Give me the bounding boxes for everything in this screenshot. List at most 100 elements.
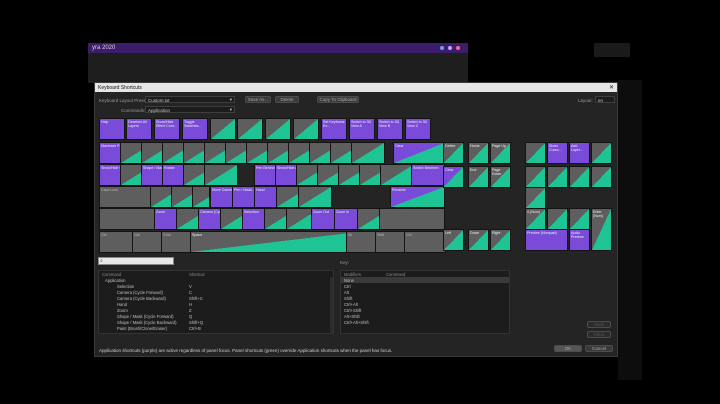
scrollbar[interactable]	[330, 277, 333, 334]
command-shortcut: Shift+Q	[189, 319, 204, 325]
delete-button[interactable]: Delete	[275, 96, 299, 103]
keyboard-key[interactable]	[298, 186, 332, 208]
commands-select[interactable]: Application ▾	[145, 106, 235, 113]
command-name: Paint (Brush/Clone/Eraser)	[117, 325, 168, 331]
keyboard-key[interactable]: Switch Between	[411, 164, 445, 186]
keyboard-key[interactable]: Switch to 3D View C	[405, 118, 431, 140]
numpad-key[interactable]: Enter (Num)	[591, 208, 612, 251]
numpad-key[interactable]: Audio Preview	[569, 229, 590, 251]
close-icon[interactable]: ✕	[609, 84, 614, 91]
modifier-name: None	[344, 277, 355, 283]
command-shortcut: Shift+C	[189, 295, 203, 301]
save-as-button[interactable]: Save As...	[245, 96, 271, 103]
numpad-key[interactable]	[525, 187, 546, 209]
numpad-key[interactable]	[569, 208, 590, 230]
background-title-bar	[88, 43, 468, 53]
keyboard-layout: Help Deselect All Layers Show/Hide Effect …	[99, 118, 446, 254]
navigation-key[interactable]: Page Up	[490, 142, 511, 164]
window-dot-icon	[440, 46, 444, 50]
numpad-key[interactable]: Show Curso...	[547, 142, 568, 164]
command-name: Shape / Mask (Cycle Forward)	[117, 313, 174, 319]
keyboard-key[interactable]: Ctrl	[404, 231, 446, 253]
modifier-name: Ctrl+Alt	[344, 301, 358, 307]
keyboard-key[interactable]	[265, 118, 291, 140]
ok-button[interactable]: OK	[554, 345, 582, 352]
keyboard-key[interactable]: Rename	[390, 186, 445, 208]
search-input[interactable]: ⌕	[98, 257, 174, 265]
navigation-key[interactable]: Clear	[443, 166, 464, 188]
keyboard-key[interactable]	[210, 118, 236, 140]
command-shortcut: V	[189, 283, 192, 289]
numpad-key[interactable]: Preview (Numpad)	[525, 229, 568, 251]
table-row[interactable]: Paint (Brush/Clone/Eraser) Ctrl+B	[99, 325, 333, 331]
copy-to-clipboard-button[interactable]: Copy To Clipboard	[317, 96, 359, 103]
numpad-key[interactable]	[525, 142, 546, 164]
navigation-key[interactable]: Home	[468, 142, 489, 164]
dialog-title-bar: Keyboard Shortcuts ✕	[95, 83, 617, 92]
undo-button[interactable]: Undo	[587, 321, 611, 328]
keyboard-key[interactable]: Switch to 3D View B	[377, 118, 403, 140]
layout-preset-select[interactable]: Custom.txt ▾	[145, 96, 235, 103]
layout-select[interactable]: en	[595, 96, 615, 103]
keyboard-key[interactable]	[380, 164, 414, 186]
column-header-command: Command	[386, 271, 406, 277]
keyboard-key[interactable]: Clear	[393, 142, 445, 164]
modifier-name: Alt	[344, 289, 349, 295]
modifier-name: Ctrl	[344, 283, 351, 289]
command-shortcut: Q	[189, 313, 193, 319]
background-app-title: yra 2020	[92, 45, 116, 51]
command-name: Camera (Cycle Backward)	[117, 295, 166, 301]
clear-button[interactable]: Clear	[587, 331, 611, 338]
numpad-key[interactable]	[591, 142, 612, 164]
command-shortcut: C	[189, 289, 193, 295]
keyboard-key[interactable]	[379, 208, 445, 230]
list-item[interactable]: Ctrl+Alt+Shift	[341, 319, 509, 325]
navigation-key[interactable]: Right	[490, 229, 511, 251]
dialog-title: Keyboard Shortcuts	[98, 84, 142, 91]
column-header-shortcut: Shortcut	[189, 271, 205, 277]
command-name: Hand	[117, 301, 128, 307]
keyboard-key[interactable]	[293, 118, 319, 140]
command-name: Shape / Mask (Cycle Backward)	[117, 319, 177, 325]
cancel-button[interactable]: Cancel	[585, 345, 613, 352]
navigation-key[interactable]: Delete	[443, 142, 464, 164]
numpad-key[interactable]	[591, 166, 612, 188]
background-panel	[594, 43, 630, 57]
navigation-key[interactable]: Left	[443, 229, 464, 251]
chevron-down-icon: ▾	[229, 97, 232, 102]
command-shortcut: H	[189, 301, 193, 307]
keyboard-key[interactable]: Space	[190, 231, 359, 253]
navigation-key[interactable]: End	[468, 166, 489, 188]
navigation-key[interactable]: Page Down	[490, 166, 511, 188]
modifier-name: Ctrl+Shift	[344, 307, 362, 313]
search-icon: ⌕	[100, 258, 103, 264]
numpad-key[interactable]	[569, 166, 590, 188]
modifier-name: Shift	[344, 295, 353, 301]
modifiers-table: Modifiers Command None Ctrl Alt Shift Ctrl+A…	[340, 270, 510, 334]
keyboard-key[interactable]: Deselect All Layers	[126, 118, 152, 140]
keyboard-key[interactable]: Switch to 3D View A	[349, 118, 375, 140]
keyboard-key[interactable]: Show/Hide Effect Cont...	[154, 118, 180, 140]
keyboard-key[interactable]	[237, 118, 263, 140]
command-shortcut: Ctrl+B	[189, 325, 201, 331]
background-panel-right	[618, 80, 642, 380]
command-shortcut: Z	[189, 307, 192, 313]
column-header-command: Command	[102, 271, 122, 277]
numpad-key[interactable]	[525, 166, 546, 188]
command-name: Camera (Cycle Forward)	[117, 289, 163, 295]
navigation-key[interactable]: Down	[468, 229, 489, 251]
keyboard-key[interactable]	[204, 164, 238, 186]
window-dot-icon	[448, 46, 452, 50]
keyboard-key[interactable]: Set Keyframe Ev...	[321, 118, 347, 140]
layout-label: Layout:	[578, 98, 593, 103]
command-name: Application	[105, 277, 126, 283]
keyboard-key[interactable]: Toggle Switches...	[182, 118, 208, 140]
numpad-key[interactable]	[547, 166, 568, 188]
numpad-key[interactable]	[547, 208, 568, 230]
keyboard-key[interactable]	[351, 142, 385, 164]
numpad-key[interactable]: Add Layer...	[569, 142, 590, 164]
numpad-key[interactable]: 4 (Num)	[525, 208, 546, 230]
commands-table: Command Shortcut Application Selection V Ca…	[98, 270, 334, 334]
keyboard-key[interactable]: Help	[99, 118, 125, 140]
layout-preset-label: Keyboard Layout Preset:	[99, 98, 149, 103]
